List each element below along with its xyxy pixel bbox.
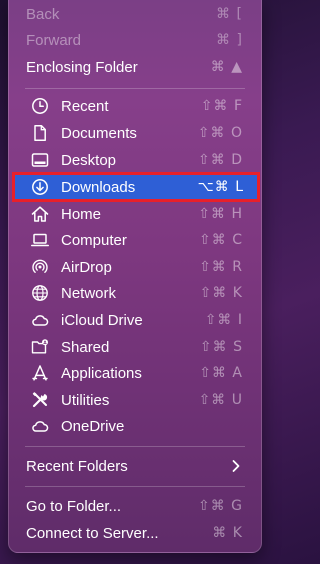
clock-icon (31, 97, 49, 115)
menu-item-label: Desktop (61, 151, 117, 169)
menu-item-network[interactable]: Network ⇧⌘ K (9, 280, 261, 306)
menu-separator (25, 446, 245, 447)
menu-item-enclosing-folder[interactable]: Enclosing Folder ⌘ ▲ (9, 54, 261, 80)
desktop-background: { "menu": { "nav": [ {"label": "Back", "… (0, 0, 275, 564)
menu-item-label: Documents (61, 124, 137, 142)
menu-separator (25, 88, 245, 89)
menu-item-label: Go to Folder... (26, 497, 122, 515)
menu-item-icloud-drive[interactable]: iCloud Drive ⇧⌘ I (9, 307, 261, 333)
menu-item-shortcut: ⇧⌘ A (199, 365, 243, 381)
go-menu: Back ⌘ [ Forward ⌘ ] Enclosing Folder ⌘ … (8, 0, 262, 553)
globe-icon (31, 284, 49, 302)
menu-item-computer[interactable]: Computer ⇧⌘ C (9, 227, 261, 253)
shared-folder-icon (31, 338, 49, 356)
desktop-icon (31, 151, 49, 169)
menu-item-shortcut: ⇧⌘ U (198, 392, 243, 408)
menu-item-shortcut: ⌘ K (212, 525, 243, 541)
menu-item-shortcut: ⇧⌘ I (204, 312, 243, 328)
menu-item-shortcut: ⇧⌘ C (199, 232, 243, 248)
menu-item-label: Computer (61, 231, 127, 249)
menu-item-shortcut: ⇧⌘ D (198, 152, 243, 168)
menu-item-shortcut: ⇧⌘ H (198, 206, 243, 222)
menu-item-label: Shared (61, 338, 110, 356)
menu-item-shortcut: ⌘ [ (216, 6, 243, 22)
menu-item-shortcut: ⌘ ] (216, 32, 243, 48)
menu-item-connect-to-server[interactable]: Connect to Server... ⌘ K (9, 520, 261, 546)
menu-item-label: Forward (26, 31, 82, 49)
menu-item-applications[interactable]: Applications ⇧⌘ A (9, 360, 261, 386)
laptop-icon (31, 231, 49, 249)
menu-item-documents[interactable]: Documents ⇧⌘ O (9, 120, 261, 146)
menu-item-shortcut: ⇧⌘ K (199, 285, 243, 301)
document-icon (31, 124, 49, 142)
menu-item-shortcut: ⇧⌘ G (197, 498, 243, 514)
menu-item-shortcut: ⌘ ▲ (210, 59, 243, 75)
download-icon (31, 178, 49, 196)
menu-item-go-to-folder[interactable]: Go to Folder... ⇧⌘ G (9, 493, 261, 519)
menu-item-recent-folders[interactable]: Recent Folders (9, 453, 261, 479)
menu-item-label: OneDrive (61, 417, 125, 435)
airdrop-icon (31, 258, 49, 276)
menu-item-label: Utilities (61, 391, 110, 409)
menu-item-back[interactable]: Back ⌘ [ (9, 1, 261, 27)
menu-item-shortcut: ⇧⌘ R (199, 259, 243, 275)
home-icon (31, 205, 49, 223)
menu-item-onedrive[interactable]: OneDrive (9, 413, 261, 439)
menu-item-desktop[interactable]: Desktop ⇧⌘ D (9, 147, 261, 173)
menu-item-airdrop[interactable]: AirDrop ⇧⌘ R (9, 254, 261, 280)
menu-item-shortcut: ⌥⌘ L (197, 179, 244, 195)
menu-item-recent[interactable]: Recent ⇧⌘ F (9, 93, 261, 119)
menu-item-label: Applications (61, 364, 142, 382)
menu-item-forward[interactable]: Forward ⌘ ] (9, 27, 261, 53)
menu-separator (25, 486, 245, 487)
menu-item-label: iCloud Drive (61, 311, 143, 329)
menu-item-shortcut: ⇧⌘ S (199, 339, 243, 355)
cloud-icon (31, 417, 49, 435)
cloud-icon (31, 311, 49, 329)
menu-item-label: Back (26, 5, 60, 23)
menu-item-label: AirDrop (61, 258, 112, 276)
menu-item-downloads[interactable]: Downloads ⌥⌘ L (12, 174, 258, 200)
menu-item-home[interactable]: Home ⇧⌘ H (9, 201, 261, 227)
menu-item-label: Connect to Server... (26, 524, 159, 542)
menu-item-label: Enclosing Folder (26, 58, 138, 76)
tools-icon (31, 391, 49, 409)
chevron-right-icon (231, 459, 241, 473)
menu-item-label: Downloads (61, 178, 136, 196)
menu-item-label: Network (61, 284, 117, 302)
menu-item-label: Recent Folders (26, 457, 128, 475)
menu-item-shortcut: ⇧⌘ F (200, 98, 243, 114)
menu-item-shared[interactable]: Shared ⇧⌘ S (9, 334, 261, 360)
menu-item-shortcut: ⇧⌘ O (197, 125, 243, 141)
menu-item-label: Home (61, 205, 102, 223)
applications-icon (31, 364, 49, 382)
menu-item-label: Recent (61, 97, 109, 115)
menu-item-utilities[interactable]: Utilities ⇧⌘ U (9, 387, 261, 413)
